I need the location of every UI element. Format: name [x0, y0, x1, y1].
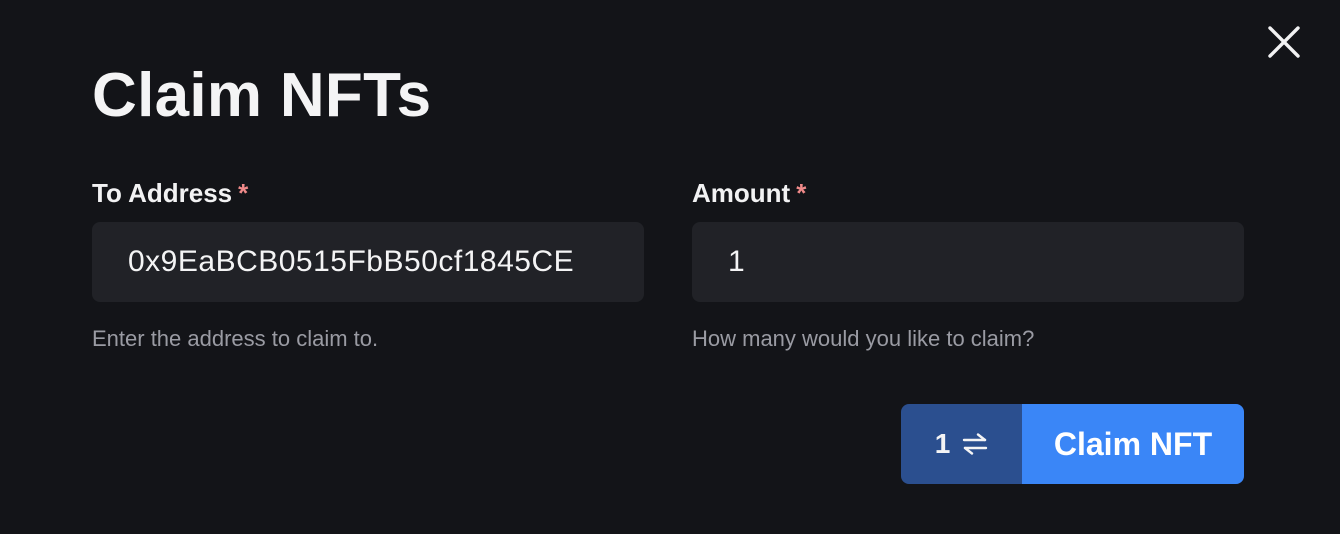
- to-address-helper: Enter the address to claim to.: [92, 326, 379, 351]
- amount-field: Amount* How many would you like to claim…: [692, 176, 1244, 354]
- amount-input[interactable]: [692, 222, 1244, 302]
- claim-action-group: 1 Claim NFT: [901, 404, 1244, 484]
- amount-label-text: Amount: [692, 178, 791, 208]
- amount-helper: How many would you like to claim?: [692, 326, 1035, 351]
- amount-label: Amount *: [692, 176, 1244, 210]
- modal-title: Claim NFTs: [92, 61, 432, 130]
- required-mark: *: [796, 178, 807, 208]
- claim-nfts-modal: Claim NFTs To Address* Enter the address…: [0, 0, 1340, 534]
- to-address-label-text: To Address: [92, 178, 233, 208]
- close-button[interactable]: [1262, 20, 1306, 64]
- close-icon: [1268, 26, 1300, 58]
- to-address-field: To Address* Enter the address to claim t…: [92, 176, 644, 354]
- claim-nft-button[interactable]: Claim NFT: [1022, 404, 1244, 484]
- swap-arrows-icon: [962, 433, 988, 455]
- required-mark: *: [238, 178, 249, 208]
- to-address-input[interactable]: [92, 222, 644, 302]
- quantity-value: 1: [934, 428, 951, 459]
- quantity-toggle-button[interactable]: 1: [901, 404, 1022, 484]
- to-address-label: To Address *: [92, 176, 644, 210]
